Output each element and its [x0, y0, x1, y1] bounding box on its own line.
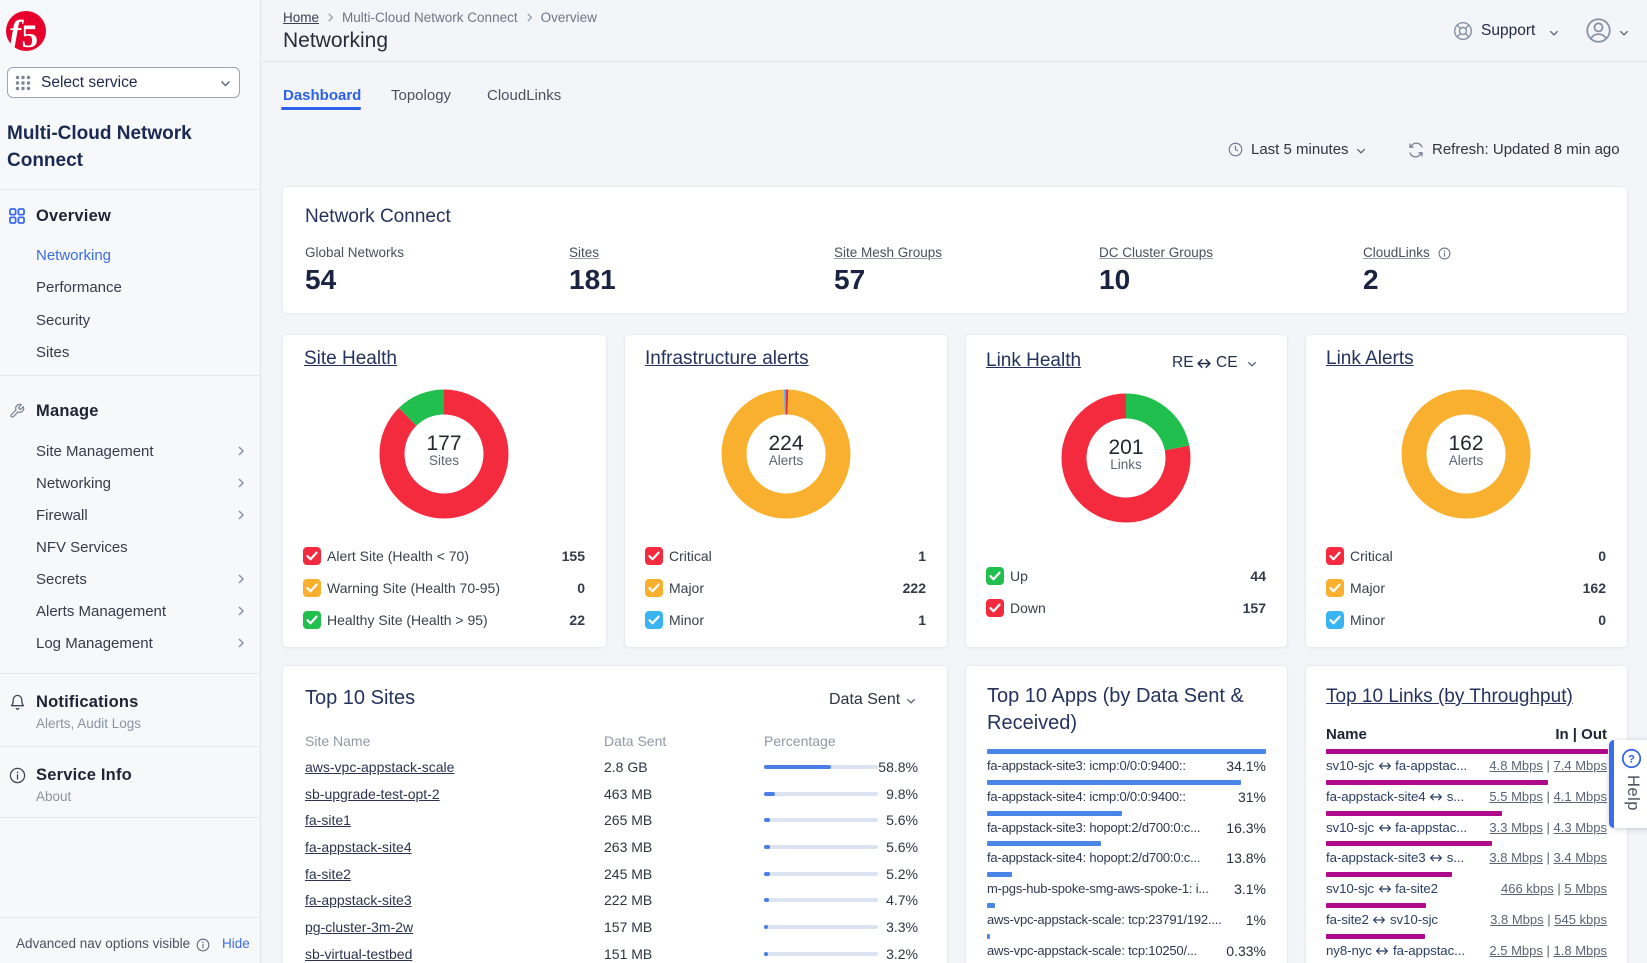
- svg-text:?: ?: [1628, 753, 1635, 765]
- svg-text:5: 5: [22, 19, 39, 51]
